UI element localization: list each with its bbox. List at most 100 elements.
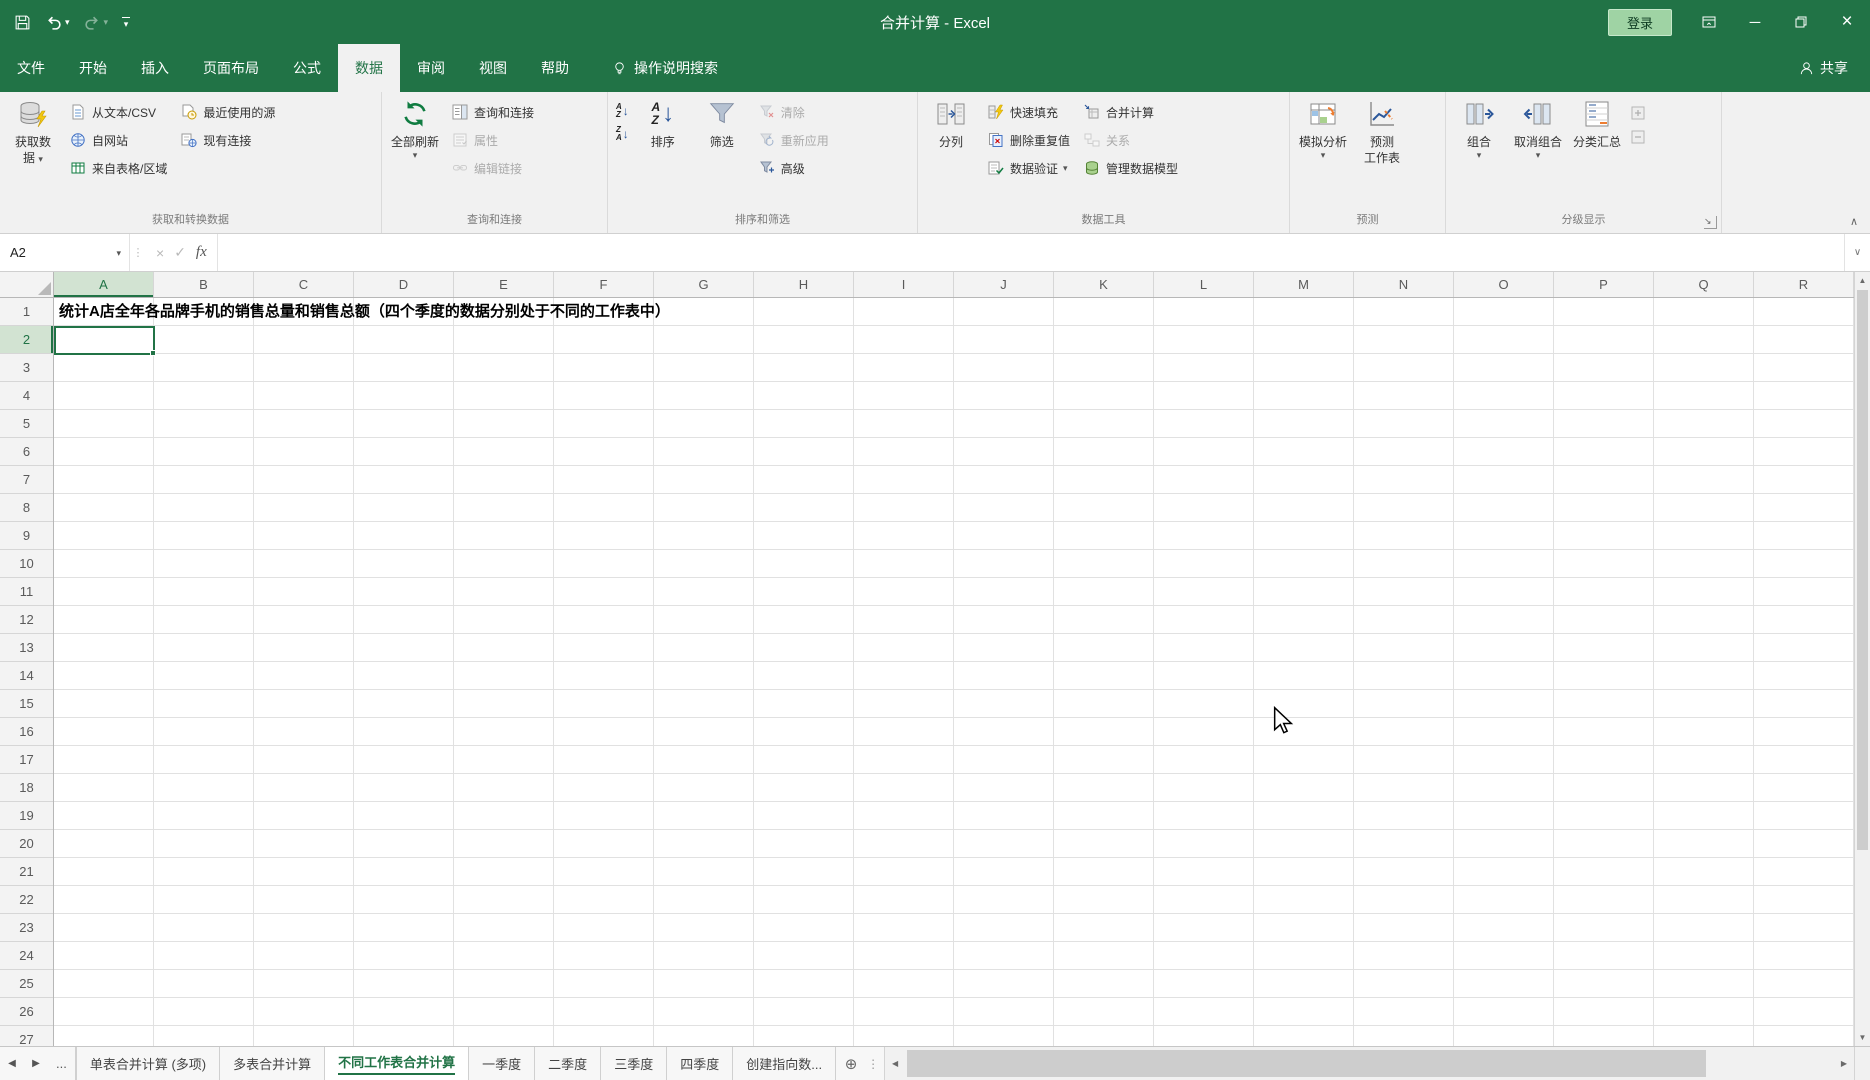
column-header-B[interactable]: B: [154, 272, 254, 297]
undo-button[interactable]: ▾: [45, 14, 70, 31]
sort-descending-button[interactable]: ZA ↓: [613, 125, 632, 143]
row-header-18[interactable]: 18: [0, 774, 53, 802]
manage-data-model-button[interactable]: 管理数据模型: [1078, 156, 1183, 180]
tab-insert[interactable]: 插入: [124, 44, 186, 92]
column-header-N[interactable]: N: [1354, 272, 1454, 297]
row-header-3[interactable]: 3: [0, 354, 53, 382]
name-box-dropdown-icon[interactable]: ▾: [116, 248, 129, 258]
filter-button[interactable]: 筛选: [694, 95, 750, 150]
undo-dropdown-icon[interactable]: ▾: [65, 17, 70, 28]
column-header-G[interactable]: G: [654, 272, 754, 297]
tab-review[interactable]: 审阅: [400, 44, 462, 92]
column-header-Q[interactable]: Q: [1654, 272, 1754, 297]
scroll-down-button[interactable]: ▼: [1855, 1029, 1870, 1046]
sheet-tab-四季度[interactable]: 四季度: [667, 1047, 734, 1080]
get-data-button[interactable]: 获取数 据 ▾: [5, 95, 61, 166]
redo-button[interactable]: ▾: [84, 14, 108, 31]
column-header-R[interactable]: R: [1754, 272, 1854, 297]
tab-home[interactable]: 开始: [62, 44, 124, 92]
column-header-C[interactable]: C: [254, 272, 354, 297]
scroll-left-button[interactable]: ◀: [885, 1047, 905, 1080]
tab-data[interactable]: 数据: [338, 44, 400, 92]
row-header-4[interactable]: 4: [0, 382, 53, 410]
row-header-23[interactable]: 23: [0, 914, 53, 942]
group-button[interactable]: 组合 ▾: [1451, 95, 1507, 160]
column-header-I[interactable]: I: [854, 272, 954, 297]
sheet-tab-二季度[interactable]: 二季度: [535, 1047, 602, 1080]
sort-ascending-button[interactable]: AZ ↓: [613, 102, 632, 120]
row-header-16[interactable]: 16: [0, 718, 53, 746]
sheet-tab-三季度[interactable]: 三季度: [601, 1047, 668, 1080]
customize-qat-button[interactable]: ▾: [122, 17, 131, 29]
forecast-sheet-button[interactable]: 预测 工作表: [1354, 95, 1410, 166]
data-validation-button[interactable]: 数据验证 ▾: [982, 156, 1075, 180]
ungroup-button[interactable]: 取消组合 ▾: [1510, 95, 1566, 160]
sort-button[interactable]: AZ ↓ 排序: [635, 95, 691, 150]
horizontal-scrollbar-thumb[interactable]: [907, 1050, 1706, 1077]
what-if-analysis-button[interactable]: 模拟分析 ▾: [1295, 95, 1351, 160]
column-header-P[interactable]: P: [1554, 272, 1654, 297]
tell-me-search[interactable]: 操作说明搜索: [612, 44, 718, 92]
column-header-O[interactable]: O: [1454, 272, 1554, 297]
sheet-tab-单表合并计算 (多项)[interactable]: 单表合并计算 (多项): [75, 1047, 221, 1080]
text-to-columns-button[interactable]: 分列: [923, 95, 979, 150]
row-header-8[interactable]: 8: [0, 494, 53, 522]
minimize-button[interactable]: ─: [1732, 0, 1778, 44]
formula-input[interactable]: [218, 234, 1844, 271]
cells-area[interactable]: 统计A店全年各品牌手机的销售总量和销售总额（四个季度的数据分别处于不同的工作表中…: [54, 298, 1854, 1046]
column-header-J[interactable]: J: [954, 272, 1054, 297]
column-header-M[interactable]: M: [1254, 272, 1354, 297]
sheet-tab-多表合并计算[interactable]: 多表合并计算: [220, 1047, 326, 1080]
column-header-F[interactable]: F: [554, 272, 654, 297]
collapse-ribbon-button[interactable]: ∧: [1850, 215, 1858, 228]
tab-page-layout[interactable]: 页面布局: [186, 44, 276, 92]
tab-view[interactable]: 视图: [462, 44, 524, 92]
sheet-tab-一季度[interactable]: 一季度: [469, 1047, 536, 1080]
row-header-27[interactable]: 27: [0, 1026, 53, 1046]
scroll-up-button[interactable]: ▲: [1855, 272, 1870, 289]
column-header-D[interactable]: D: [354, 272, 454, 297]
from-text-csv-button[interactable]: 从文本/CSV: [64, 100, 172, 124]
vertical-scrollbar-thumb[interactable]: [1857, 290, 1868, 850]
outline-dialog-launcher[interactable]: ↘: [1704, 216, 1717, 229]
save-button[interactable]: [14, 14, 31, 31]
select-all-corner[interactable]: [0, 272, 54, 297]
row-header-12[interactable]: 12: [0, 606, 53, 634]
column-header-L[interactable]: L: [1154, 272, 1254, 297]
row-header-25[interactable]: 25: [0, 970, 53, 998]
row-header-7[interactable]: 7: [0, 466, 53, 494]
column-header-K[interactable]: K: [1054, 272, 1154, 297]
tab-overflow-button[interactable]: ...: [48, 1047, 76, 1080]
vertical-scrollbar[interactable]: ▲ ▼: [1854, 272, 1870, 1046]
row-header-14[interactable]: 14: [0, 662, 53, 690]
restore-button[interactable]: [1778, 0, 1824, 44]
row-header-19[interactable]: 19: [0, 802, 53, 830]
row-header-24[interactable]: 24: [0, 942, 53, 970]
tab-formulas[interactable]: 公式: [276, 44, 338, 92]
tab-file[interactable]: 文件: [0, 44, 62, 92]
sheet-tab-创建指向数...[interactable]: 创建指向数...: [733, 1047, 837, 1080]
close-button[interactable]: ×: [1824, 0, 1870, 44]
share-button[interactable]: 共享: [1799, 44, 1870, 92]
scroll-right-button[interactable]: ▶: [1834, 1047, 1854, 1080]
row-header-1[interactable]: 1: [0, 298, 53, 326]
refresh-all-button[interactable]: 全部刷新 ▾: [387, 95, 443, 160]
row-header-17[interactable]: 17: [0, 746, 53, 774]
column-header-A[interactable]: A: [54, 272, 154, 297]
expand-formula-bar-button[interactable]: ∨: [1844, 234, 1870, 271]
flash-fill-button[interactable]: 快速填充: [982, 100, 1075, 124]
row-header-2[interactable]: 2: [0, 326, 53, 354]
consolidate-button[interactable]: 合并计算: [1078, 100, 1183, 124]
sheet-tab-不同工作表合并计算[interactable]: 不同工作表合并计算: [325, 1047, 470, 1080]
subtotal-button[interactable]: 分类汇总: [1569, 95, 1625, 150]
column-header-H[interactable]: H: [754, 272, 854, 297]
insert-function-button[interactable]: fx: [196, 244, 207, 261]
add-sheet-button[interactable]: ⊕: [836, 1047, 866, 1080]
row-header-26[interactable]: 26: [0, 998, 53, 1026]
remove-duplicates-button[interactable]: 删除重复值: [982, 128, 1075, 152]
existing-connections-button[interactable]: 现有连接: [175, 128, 280, 152]
row-header-5[interactable]: 5: [0, 410, 53, 438]
row-header-20[interactable]: 20: [0, 830, 53, 858]
column-header-E[interactable]: E: [454, 272, 554, 297]
row-header-15[interactable]: 15: [0, 690, 53, 718]
